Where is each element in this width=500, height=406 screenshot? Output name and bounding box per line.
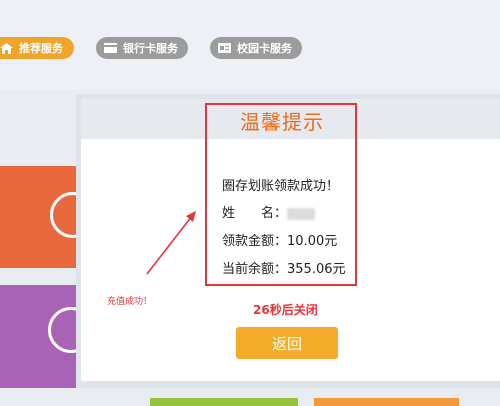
annotation-text: 充值成功！ [107,297,153,307]
annotation-arrow [146,211,196,275]
